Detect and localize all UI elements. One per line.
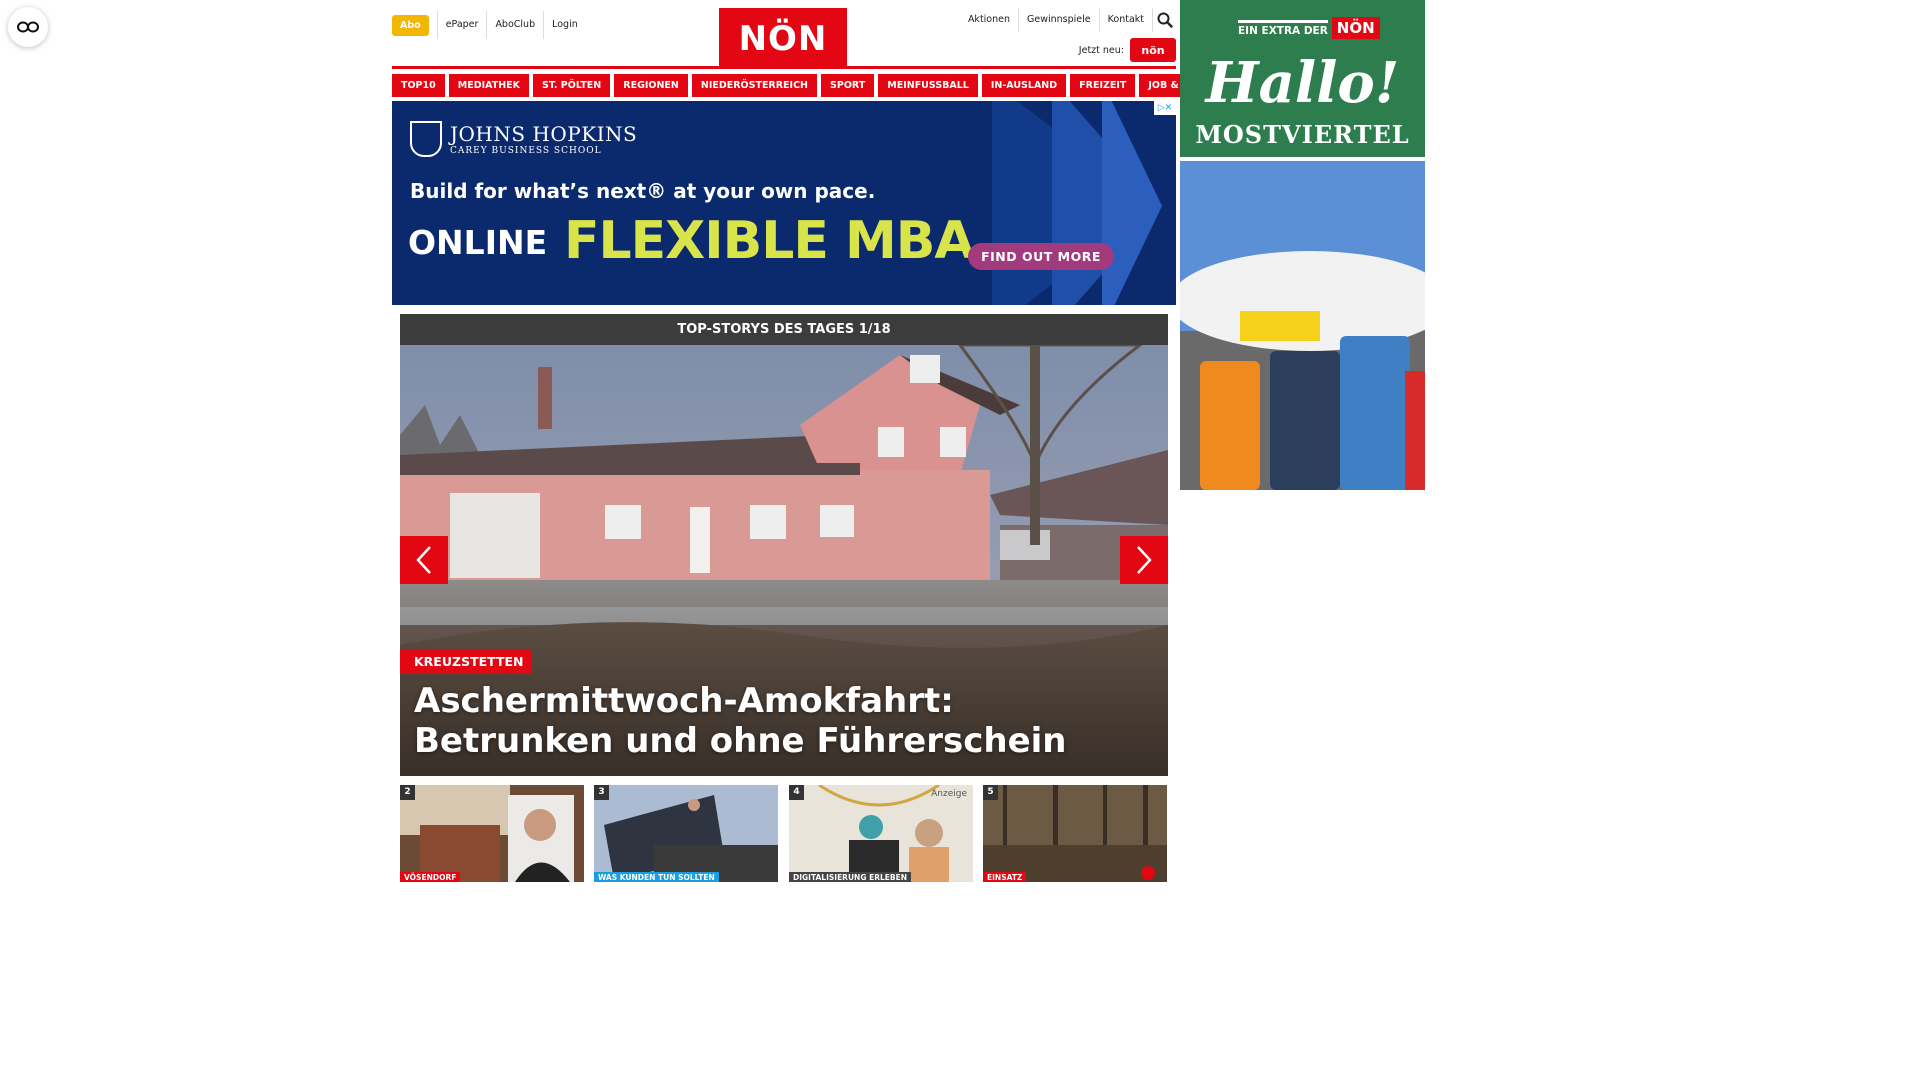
ad-chevron-shape	[1102, 101, 1162, 305]
nav-item-top10[interactable]: TOP10	[392, 74, 445, 97]
story-thumbnail[interactable]: 3 WAS KUNDEN TUN SOLLTEN	[594, 785, 778, 882]
side-ad-region: MOSTVIERTEL	[1195, 120, 1410, 149]
aboclub-link[interactable]: AboClub	[486, 11, 543, 39]
side-ad-brand: EIN EXTRA DER NÖN	[1238, 17, 1380, 39]
next-arrow-button[interactable]	[1120, 536, 1168, 584]
hero-story-tag[interactable]: KREUZSTETTEN	[400, 649, 533, 674]
story-tag: WAS KUNDEN TUN SOLLTEN	[594, 872, 719, 882]
nav-item-freizeit[interactable]: FREIZEIT	[1070, 74, 1136, 97]
prev-arrow-button[interactable]	[400, 536, 448, 584]
story-number: 5	[983, 785, 998, 800]
story-tag: DIGITALISIERUNG ERLEBEN	[789, 872, 912, 882]
gewinnspiele-link[interactable]: Gewinnspiele	[1018, 8, 1099, 32]
chevron-left-icon	[416, 546, 431, 574]
side-ad-logo: NÖN	[1331, 17, 1380, 39]
airplane-luggage-image	[1180, 161, 1425, 490]
nav-item-meinfussball[interactable]: MEINFUSSBALL	[878, 74, 978, 97]
ad-brand-name: JOHNS HOPKINS	[450, 122, 638, 146]
story-thumbnail[interactable]: 5 EINSATZ	[983, 785, 1167, 882]
abo-button[interactable]: Abo	[392, 14, 429, 36]
thumbnail-image	[400, 785, 584, 882]
reader-mode-button[interactable]	[8, 7, 48, 47]
nav-item-sport[interactable]: SPORT	[821, 74, 875, 97]
header-right-links: Aktionen Gewinnspiele Kontakt	[960, 8, 1176, 32]
nav-item-in-ausland[interactable]: IN-AUSLAND	[981, 74, 1067, 97]
side-ad-banner[interactable]: EIN EXTRA DER NÖN Hallo! MOSTVIERTEL	[1180, 0, 1425, 157]
header-divider	[392, 66, 1176, 69]
jetzt-neu: Jetzt neu: nön	[1079, 38, 1176, 62]
ad-program-name: FLEXIBLE MBA	[564, 211, 975, 271]
side-ad-image[interactable]	[1180, 161, 1425, 490]
epaper-link[interactable]: ePaper	[436, 11, 487, 39]
jetzt-neu-label: Jetzt neu:	[1078, 44, 1124, 56]
ad-school-name: CAREY BUSINESS SCHOOL	[450, 146, 602, 156]
ad-brand-logo: JOHNS HOPKINS CAREY BUSINESS SCHOOL	[410, 121, 637, 157]
nav-item-mediathek[interactable]: MEDIATHEK	[448, 74, 530, 97]
story-tag: VÖSENDORF	[400, 872, 461, 882]
thumbnail-image	[594, 785, 778, 882]
nav-item-regionen[interactable]: REGIONEN	[614, 74, 688, 97]
story-number: 2	[400, 785, 415, 800]
main-nav: TOP10 MEDIATHEK ST. PÖLTEN REGIONEN NIED…	[392, 74, 1245, 97]
search-button[interactable]	[1152, 8, 1176, 32]
story-tag: EINSATZ	[983, 872, 1027, 882]
top-stories-header: TOP-STORYS DES TAGES 1/18	[400, 314, 1168, 345]
hero-story[interactable]: KREUZSTETTEN Aschermittwoch-Amokfahrt: B…	[400, 345, 1168, 776]
banner-ad[interactable]: ▷✕ JOHNS HOPKINS CAREY BUSINESS SCHOOL B…	[392, 101, 1176, 305]
story-number: 3	[594, 785, 609, 800]
hero-story-title[interactable]: Aschermittwoch-Amokfahrt: Betrunken und …	[414, 681, 1134, 761]
ad-online-label: ONLINE	[408, 223, 548, 262]
side-ad-extra-label: EIN EXTRA DER	[1238, 19, 1328, 37]
adchoices-icon[interactable]: ▷✕	[1154, 101, 1176, 115]
header-left-links: Abo ePaper AboClub Login	[392, 11, 586, 39]
story-thumbnail[interactable]: 2 VÖSENDORF	[400, 785, 584, 882]
kontakt-link[interactable]: Kontakt	[1098, 8, 1152, 32]
ad-find-out-more-button[interactable]: FIND OUT MORE	[968, 243, 1114, 270]
thumbnail-image	[983, 785, 1167, 882]
side-ad-title: Hallo!	[1205, 50, 1400, 116]
search-icon	[1157, 12, 1173, 28]
ad-label: Anzeige	[931, 789, 967, 799]
reader-mode-icon	[17, 21, 39, 33]
chevron-right-icon	[1137, 546, 1152, 574]
ad-headline: Build for what’s next® at your own pace.	[410, 179, 876, 203]
nav-item-st-poelten[interactable]: ST. PÖLTEN	[533, 74, 611, 97]
aktionen-link[interactable]: Aktionen	[960, 8, 1018, 32]
site-logo[interactable]: NÖN	[719, 8, 847, 68]
university-shield-icon	[410, 121, 442, 157]
story-number: 4	[789, 785, 804, 800]
story-thumbnails: 2 VÖSENDORF 3 WAS KUNDEN TUN SOLLTEN 4 A…	[400, 785, 1168, 882]
thumbnail-image	[789, 785, 973, 882]
story-thumbnail[interactable]: 4 Anzeige DIGITALISIERUNG ERLEBEN	[789, 785, 973, 882]
jetzt-neu-badge[interactable]: nön	[1130, 38, 1176, 62]
site-header: Abo ePaper AboClub Login NÖN Aktionen Ge…	[392, 8, 1176, 68]
login-link[interactable]: Login	[543, 11, 586, 39]
nav-item-niederoesterreich[interactable]: NIEDERÖSTERREICH	[691, 74, 818, 97]
